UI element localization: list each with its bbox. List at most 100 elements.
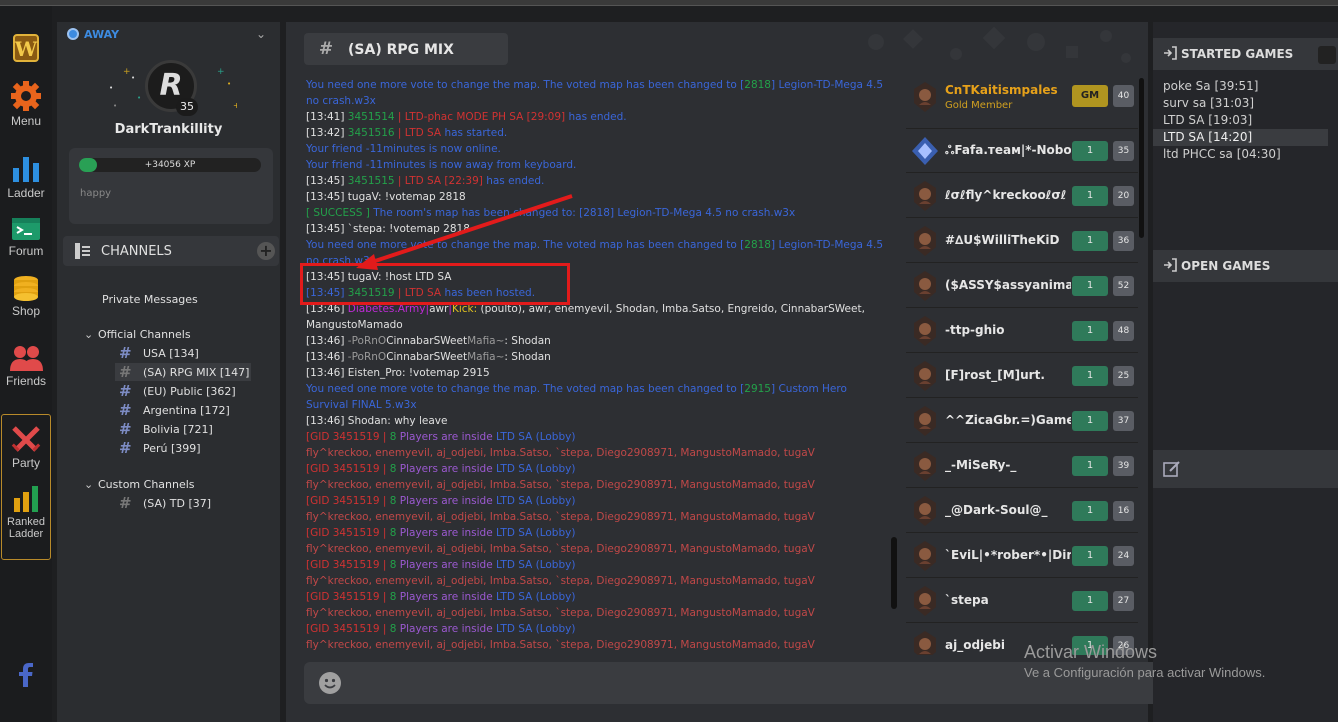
lobby-status-line: [GID 3451519 | 8 Players are inside LTD …	[306, 591, 576, 603]
player-row[interactable]: #∆U$WilliTheKiD 1 36	[906, 219, 1138, 263]
player-row[interactable]: [F]rost_[M]urt. 1 25	[906, 354, 1138, 398]
player-row[interactable]: ^^ZicaGbr.=)Games 1 37	[906, 399, 1138, 443]
rail-ranked-label-1: Ranked	[7, 516, 45, 528]
game-item[interactable]: LTD SA [19:03]	[1163, 112, 1328, 129]
windows-activation-watermark: Activar Windows Ve a Configuración para …	[1024, 642, 1265, 680]
hash-icon: #	[119, 494, 132, 512]
player-row[interactable]: `stepa 1 27	[906, 579, 1138, 623]
notes-bar[interactable]	[1153, 450, 1338, 488]
channels-title: CHANNELS	[101, 244, 172, 259]
started-games-header[interactable]: STARTED GAMES	[1153, 38, 1338, 70]
lobby-status-line: [GID 3451519 | 8 Players are inside LTD …	[306, 431, 576, 443]
player-name: _@Dark-Soul@_	[945, 503, 1048, 517]
player-level: 20	[1113, 186, 1134, 206]
channel-item[interactable]: # (EU) Public [362]	[119, 382, 236, 400]
player-avatar-icon	[914, 631, 936, 655]
level-badge: 35	[176, 98, 198, 116]
chat-line: [13:45] tugaV: !votemap 2818	[306, 191, 466, 203]
status-dot-icon	[67, 28, 79, 40]
private-messages[interactable]: Private Messages	[102, 293, 198, 306]
game-item[interactable]: surv sa [31:03]	[1163, 95, 1328, 112]
player-level: 39	[1113, 456, 1134, 476]
custom-channels-label: Custom Channels	[98, 478, 195, 491]
channel-name: Argentina [172]	[143, 404, 230, 417]
facebook-link[interactable]	[0, 662, 52, 690]
rail-shop[interactable]: Shop	[0, 274, 52, 318]
rail-menu[interactable]: Menu	[0, 80, 52, 128]
rail-forum[interactable]: Forum	[0, 216, 52, 258]
add-channel-button[interactable]: +	[257, 242, 275, 260]
rail-ladder[interactable]: Ladder	[0, 154, 52, 200]
channels-list-icon	[75, 243, 90, 259]
player-name: ^^ZicaGbr.=)Games	[945, 413, 1071, 427]
lobby-players-line: fly^kreckoo, enemyevil, aj_odjebi, Imba.…	[306, 511, 815, 523]
player-avatar-icon	[914, 226, 936, 256]
player-badge: 1	[1072, 141, 1108, 161]
rail-ranked-ladder[interactable]: Ranked Ladder	[0, 484, 52, 540]
rail-friends[interactable]: Friends	[0, 344, 52, 388]
chat-scrollbar[interactable]	[890, 77, 898, 652]
player-row[interactable]: _-MiSeRy-_ 1 39	[906, 444, 1138, 488]
edit-icon[interactable]	[1163, 460, 1181, 478]
player-row[interactable]: _@Dark-Soul@_ 1 16	[906, 489, 1138, 533]
channel-item[interactable]: # USA [134]	[119, 344, 199, 362]
channel-item[interactable]: # Perú [399]	[119, 439, 201, 457]
player-badge: 1	[1072, 231, 1108, 251]
player-row[interactable]: `EviL|•*rober*•|Dir 1 24	[906, 534, 1138, 578]
channel-item[interactable]: # Argentina [172]	[119, 401, 230, 419]
username: DarkTrankillity	[114, 122, 223, 137]
facebook-icon	[19, 663, 33, 687]
svg-text:+: +	[217, 67, 225, 77]
rail-party[interactable]: Party	[0, 424, 52, 470]
gear-icon	[11, 81, 41, 111]
lobby-players-line: fly^kreckoo, enemyevil, aj_odjebi, Imba.…	[306, 639, 815, 651]
chat-line: [ SUCCESS ] The room's map has been chan…	[306, 207, 796, 219]
player-avatar-icon	[914, 541, 936, 571]
friends-icon	[10, 346, 43, 371]
player-avatar-icon	[914, 361, 936, 391]
player-row[interactable]: ℓσℓfly^kreckooℓσℓ 1 20	[906, 174, 1138, 218]
status-message[interactable]: happy	[80, 188, 111, 199]
panel-toggle-button[interactable]	[1318, 46, 1336, 64]
game-item[interactable]: poke Sa [39:51]	[1163, 78, 1328, 95]
player-avatar-icon	[914, 271, 936, 301]
player-badge: 1	[1072, 186, 1108, 206]
player-level: 48	[1113, 321, 1134, 341]
game-item[interactable]: ltd PHCC sa [04:30]	[1163, 146, 1328, 163]
player-row[interactable]: ($ASSY$assyanimatc152	[906, 264, 1138, 308]
player-badge: 1	[1072, 591, 1108, 611]
player-row[interactable]: ஃFafa.тeaм|*-Nobo 1 35	[906, 129, 1138, 173]
player-name: [F]rost_[M]urt.	[945, 368, 1045, 382]
status-selector[interactable]: AWAY	[67, 28, 119, 41]
player-list-scrollbar[interactable]	[1139, 78, 1144, 238]
rail-ladder-label: Ladder	[7, 186, 45, 200]
channel-item-selected[interactable]: # (SA) RPG MIX [147]	[115, 363, 251, 381]
xp-label: +34056 XP	[144, 160, 196, 170]
channel-item[interactable]: # (SA) TD [37]	[119, 494, 211, 512]
lobby-players-line: fly^kreckoo, enemyevil, aj_odjebi, Imba.…	[306, 575, 815, 587]
player-row[interactable]: CnTKaitismpales Gold Member GM 40	[906, 75, 1138, 129]
official-channels-group[interactable]: ⌄ Official Channels	[84, 328, 191, 341]
game-item-selected[interactable]: LTD SA [14:20]	[1153, 129, 1328, 146]
player-name: ($ASSY$assyanimatc	[945, 278, 1071, 292]
channel-name: (SA) RPG MIX [147]	[143, 366, 250, 379]
channel-name: Perú [399]	[143, 442, 201, 455]
chevron-down-icon[interactable]: ⌄	[256, 27, 266, 41]
chat-line: You need one more vote to change the map…	[306, 79, 884, 107]
hash-icon: #	[119, 363, 132, 381]
channel-title: (SA) RPG MIX	[348, 42, 454, 58]
chat-line: [13:45] `stepa: !votemap 2818	[306, 223, 470, 235]
chat-scroll-thumb[interactable]	[891, 537, 897, 609]
player-row[interactable]: -ttp-ghio 1 48	[906, 309, 1138, 353]
channel-item[interactable]: # Bolivia [721]	[119, 420, 213, 438]
player-name: `EviL|•*rober*•|Dir	[945, 548, 1071, 562]
player-avatar-icon	[914, 82, 936, 112]
channel-name: (EU) Public [362]	[143, 385, 236, 398]
warcraft-logo[interactable]: W	[0, 32, 52, 66]
custom-channels-group[interactable]: ⌄ Custom Channels	[84, 478, 195, 491]
lobby-players-line: fly^kreckoo, enemyevil, aj_odjebi, Imba.…	[306, 447, 815, 459]
sign-in-icon	[1164, 46, 1177, 60]
emoji-icon[interactable]	[318, 671, 342, 695]
open-games-header[interactable]: OPEN GAMES	[1153, 250, 1338, 282]
games-panel: STARTED GAMES poke Sa [39:51] surv sa [3…	[1153, 22, 1338, 722]
